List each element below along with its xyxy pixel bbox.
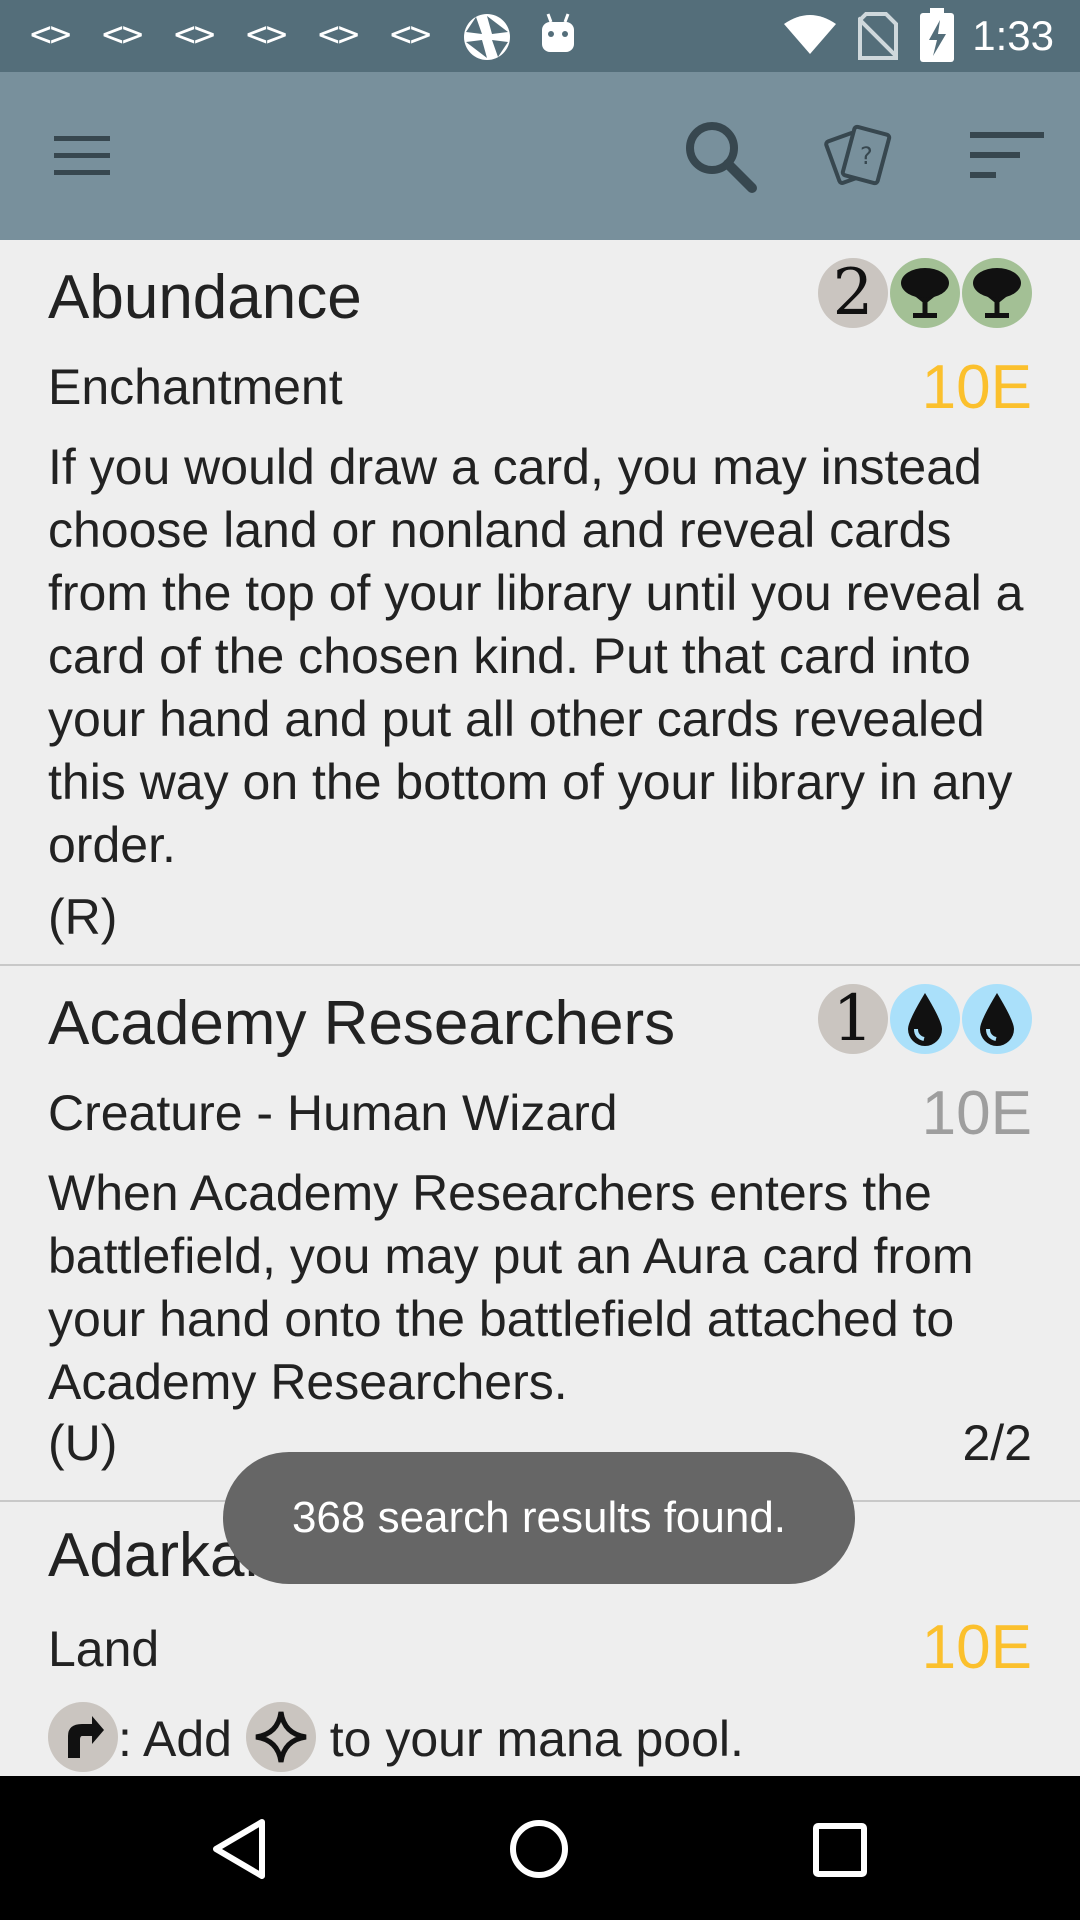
status-bar: <> <> <> <> <> <> 1:33 — [0, 0, 1080, 72]
search-results-toast: 368 search results found. — [223, 1452, 855, 1584]
menu-icon[interactable] — [52, 132, 114, 180]
card-rules-text: When Academy Researchers enters the batt… — [48, 1165, 974, 1410]
home-icon[interactable] — [508, 1818, 570, 1880]
card-rules-text: If you would draw a card, you may instea… — [48, 439, 1024, 873]
card-rules-text: : Add to your mana pool. — [48, 1702, 1038, 1776]
notification-code-icon: <> — [102, 14, 143, 55]
card-name: Academy Researchers — [48, 989, 676, 1058]
card-type: Creature - Human Wizard — [48, 1085, 618, 1141]
card-set: 10E — [921, 1613, 1032, 1682]
mana-cost: 2 — [818, 256, 1032, 330]
system-navigation-bar — [0, 1776, 1080, 1920]
android-icon — [542, 13, 574, 52]
card-power-toughness: 2/2 — [962, 1415, 1032, 1471]
notification-code-icon: <> — [390, 14, 431, 55]
colorless-mana-icon — [245, 1702, 316, 1772]
card-list-item[interactable]: Abundance 2 Enchantment 10E If you would… — [0, 240, 1080, 966]
search-icon[interactable] — [680, 116, 760, 196]
card-name: Abundance — [48, 263, 362, 332]
sort-icon[interactable] — [968, 130, 1046, 182]
notification-code-icon: <> — [174, 14, 215, 55]
card-set: 10E — [921, 1079, 1032, 1148]
recents-icon[interactable] — [812, 1822, 868, 1878]
app-toolbar: ? — [0, 72, 1080, 240]
wifi-icon — [784, 15, 836, 54]
mana-cost: 1 — [818, 982, 1032, 1056]
notification-code-icon: <> — [246, 14, 287, 55]
battery-charging-icon — [920, 8, 954, 62]
notification-code-icon: <> — [30, 14, 71, 55]
card-type: Enchantment — [48, 359, 343, 415]
no-sim-icon — [858, 12, 898, 60]
card-type: Land — [48, 1621, 160, 1677]
status-time: 1:33 — [972, 12, 1054, 59]
generic-mana-symbol: 1 — [818, 982, 888, 1056]
aperture-icon — [464, 14, 510, 60]
card-text-part: to your mana pool. — [315, 1711, 744, 1768]
card-set: 10E — [921, 353, 1032, 422]
blue-mana-drop-icon — [962, 984, 1032, 1054]
generic-mana-symbol: 2 — [818, 256, 888, 330]
card-rarity: (U) — [48, 1415, 118, 1471]
card-rarity: (R) — [48, 889, 118, 945]
blue-mana-drop-icon — [890, 984, 960, 1054]
green-mana-tree-icon — [890, 258, 960, 328]
notification-code-icon: <> — [318, 14, 359, 55]
card-list-item[interactable]: Academy Researchers 1 Creature - Human W… — [0, 966, 1080, 1502]
back-icon[interactable] — [210, 1818, 270, 1880]
tap-symbol-icon — [48, 1702, 118, 1772]
svg-text:?: ? — [860, 142, 873, 170]
card-text-part: : Add — [118, 1711, 246, 1768]
green-mana-tree-icon — [962, 258, 1032, 328]
cards-help-icon[interactable]: ? — [824, 122, 904, 192]
